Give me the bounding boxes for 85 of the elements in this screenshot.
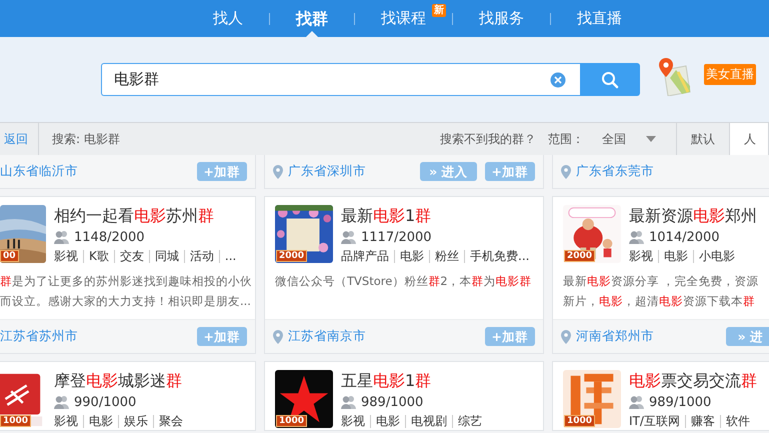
search-field[interactable]: 电影群 — [101, 63, 580, 96]
group-tag: 聚会 — [153, 414, 188, 428]
group-tag: 电影 — [658, 250, 693, 262]
members-icon — [54, 395, 69, 409]
group-tag: 活动 — [184, 250, 219, 262]
group-title[interactable]: 最新电影1群 — [341, 205, 534, 227]
members-icon — [341, 230, 356, 244]
map-pin-icon — [656, 56, 692, 96]
level-badge: 00 — [0, 250, 19, 262]
join-button[interactable]: +加群 — [196, 327, 247, 346]
group-tag: 电视剧 — [405, 414, 452, 428]
location-pin-icon — [561, 164, 571, 178]
nav-tab[interactable]: 找课程 新 — [355, 0, 452, 37]
live-link-badge[interactable]: 美女直播 — [704, 64, 756, 85]
group-tag: 影视 — [54, 414, 83, 428]
level-badge: 1000 — [564, 415, 596, 427]
group-tag: 同城 — [148, 250, 184, 262]
search-icon — [601, 70, 619, 88]
description-text: 微信公众号（TVStore）粉丝群2，本群为电影群 — [275, 273, 533, 290]
group-title[interactable]: 五星电影1群 — [341, 370, 487, 392]
enter-button[interactable]: » 进入 — [420, 162, 477, 181]
clear-icon — [550, 72, 566, 88]
description-text: 新片，电影，超清电影资源下载本群 — [563, 293, 756, 310]
join-button[interactable]: +加群 — [484, 162, 535, 181]
nav-tab[interactable]: 找服务 — [453, 0, 550, 37]
group-tag: 娱乐 — [118, 414, 153, 428]
member-count: 1117/2000 — [361, 230, 432, 244]
group-tag: 电影 — [370, 414, 405, 428]
search-button[interactable] — [580, 63, 640, 96]
nav-tab[interactable]: 找群 — [270, 0, 354, 37]
group-tag: 赚客 — [684, 414, 720, 428]
join-button[interactable]: +加群 — [196, 162, 247, 181]
member-count: 989/1000 — [361, 394, 424, 410]
new-badge: 新 — [432, 4, 446, 17]
location-link[interactable]: 广东省东莞市 — [576, 163, 654, 180]
level-badge: 2000 — [276, 250, 308, 262]
enter-button[interactable]: » 进 — [726, 327, 769, 346]
group-tag: 影视 — [54, 250, 83, 262]
group-title[interactable]: 相约一起看电影苏州群 — [54, 205, 242, 227]
members-icon — [54, 230, 69, 244]
location-link[interactable]: 江苏省南京市 — [288, 328, 366, 345]
nav-tab[interactable]: 找人 — [187, 0, 269, 37]
help-link[interactable]: 搜索不到我的群？ — [440, 130, 536, 148]
group-tag: 综艺 — [452, 414, 487, 428]
description-text: 最新电影资源分享 ，完全免费，资源 — [563, 273, 760, 290]
sort-tab[interactable]: 人 — [730, 123, 769, 155]
members-icon — [629, 230, 644, 244]
group-title[interactable]: 摩登电影城影迷群 — [54, 370, 188, 392]
level-badge: 2000 — [564, 250, 596, 262]
group-tag: 电影 — [83, 414, 118, 428]
members-icon — [341, 395, 356, 409]
caret-icon — [646, 136, 656, 142]
group-tag: 影视 — [341, 414, 370, 428]
location-pin-icon — [273, 330, 283, 344]
location-link[interactable]: 江苏省苏州市 — [0, 328, 78, 345]
member-count: 1014/2000 — [649, 230, 720, 244]
group-tag: 粉丝 — [429, 250, 464, 262]
location-pin-icon — [561, 330, 571, 344]
members-icon — [629, 395, 644, 409]
location-link[interactable]: 河南省郑州市 — [576, 328, 654, 345]
group-title[interactable]: 最新资源电影郑州 — [629, 205, 757, 227]
group-title[interactable]: 电影票交易交流群 — [629, 370, 757, 392]
group-tag: IT/互联网 — [629, 414, 685, 428]
level-badge: 1000 — [0, 415, 32, 427]
location-pin-icon — [273, 164, 283, 178]
group-tag: 影视 — [629, 250, 658, 262]
group-tag: 小电影 — [693, 250, 740, 262]
nav-tab[interactable]: 找直播 — [551, 0, 648, 37]
location-link[interactable]: 广东省深圳市 — [288, 163, 366, 180]
group-tag: 电影 — [394, 250, 429, 262]
search-query-label: 搜索: 电影群 — [52, 130, 120, 148]
member-count: 1148/2000 — [74, 230, 145, 244]
group-tag: K歌 — [83, 250, 114, 262]
location-link[interactable]: 山东省临沂市 — [0, 163, 78, 180]
member-count: 989/1000 — [649, 394, 712, 410]
scope-label: 范围： — [548, 130, 584, 148]
group-tag: ... — [218, 250, 242, 262]
back-link[interactable]: 返回 — [0, 130, 38, 148]
group-tag: 交友 — [114, 250, 149, 262]
member-count: 990/1000 — [74, 394, 136, 410]
group-tag: 品牌产品 — [341, 250, 394, 262]
group-tag: 手机免费... — [464, 250, 534, 262]
group-tag: 软件 — [720, 414, 755, 428]
level-badge: 1000 — [276, 415, 308, 427]
join-button[interactable]: +加群 — [484, 327, 535, 346]
